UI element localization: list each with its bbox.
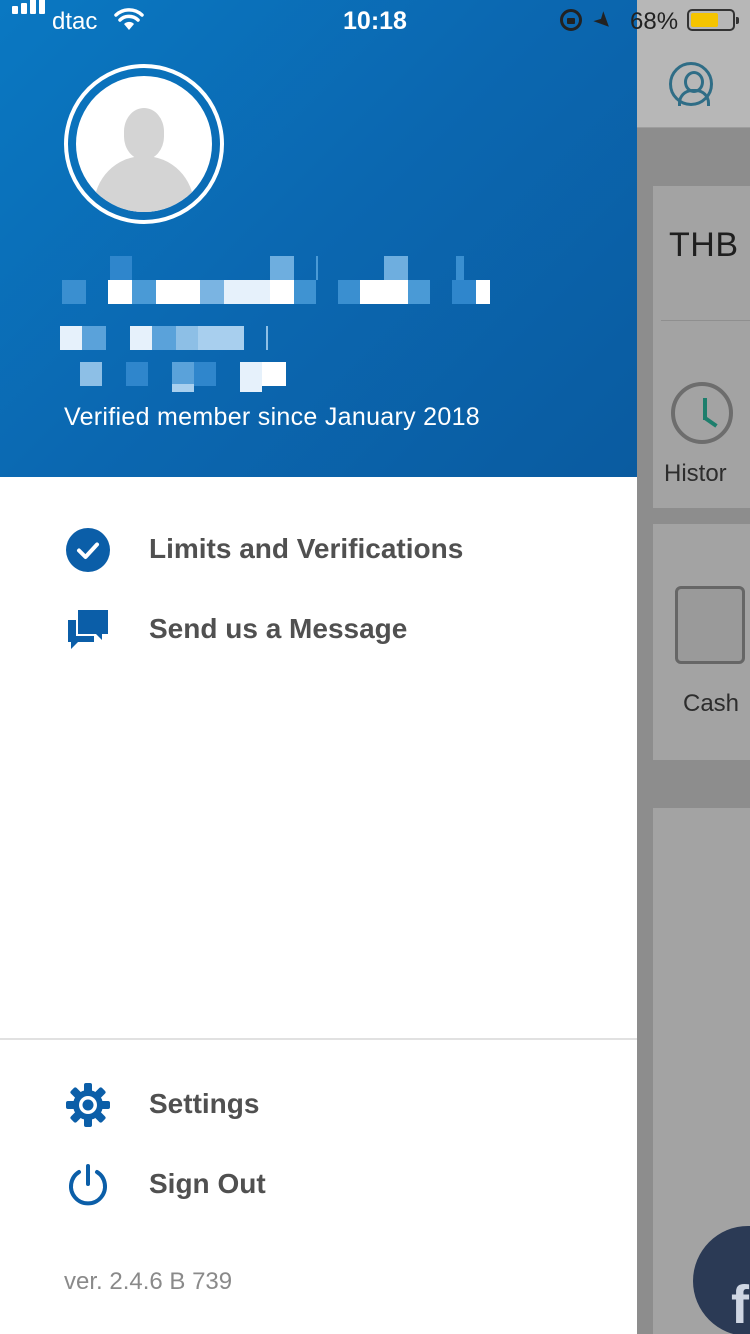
status-bar: dtac 10:18 ➤ 68%	[0, 0, 750, 40]
battery-percent: 68%	[630, 8, 679, 35]
card-divider	[661, 320, 750, 321]
screen: THB Histor Cash f Verified member since …	[0, 0, 750, 1334]
menu-item-label: Send us a Message	[149, 613, 408, 644]
menu-item-label: Sign Out	[149, 1168, 266, 1199]
cash-icon	[675, 586, 745, 664]
menu-item-sign-out[interactable]: Sign Out	[0, 1150, 637, 1220]
gear-icon	[66, 1083, 110, 1127]
avatar-head	[124, 108, 164, 160]
cash-label: Cash	[683, 690, 740, 717]
background-cash-card: Cash	[653, 524, 750, 760]
check-circle-icon	[66, 528, 110, 572]
facebook-icon: f	[731, 1275, 749, 1334]
menu-item-label: Limits and Verifications	[149, 533, 464, 564]
background-app-overlay[interactable]: THB Histor Cash f	[637, 0, 750, 1334]
side-drawer: Verified member since January 2018 Limit…	[0, 0, 637, 1334]
person-silhouette-icon	[76, 76, 212, 212]
verified-member-text: Verified member since January 2018	[64, 403, 480, 431]
power-icon	[69, 1164, 107, 1206]
history-icon	[671, 382, 733, 444]
battery-icon	[687, 9, 739, 31]
history-label: Histor	[664, 460, 727, 487]
avatar-body	[94, 156, 194, 212]
rotation-lock-icon	[560, 9, 582, 31]
menu-divider	[0, 1038, 637, 1040]
profile-header: Verified member since January 2018	[0, 0, 637, 477]
menu-item-label: Settings	[149, 1088, 260, 1119]
avatar[interactable]	[64, 64, 224, 224]
chat-bubbles-icon	[68, 610, 108, 649]
battery-nub	[736, 17, 739, 24]
battery-level	[691, 13, 719, 27]
app-version: ver. 2.4.6 B 739	[64, 1268, 233, 1295]
user-circle-icon	[669, 62, 713, 106]
menu-item-send-message[interactable]: Send us a Message	[0, 595, 637, 665]
menu-item-settings[interactable]: Settings	[0, 1070, 637, 1140]
menu-item-limits-verifications[interactable]: Limits and Verifications	[0, 515, 637, 585]
background-balance-card: THB Histor	[653, 186, 750, 508]
currency-label: THB	[669, 226, 739, 264]
